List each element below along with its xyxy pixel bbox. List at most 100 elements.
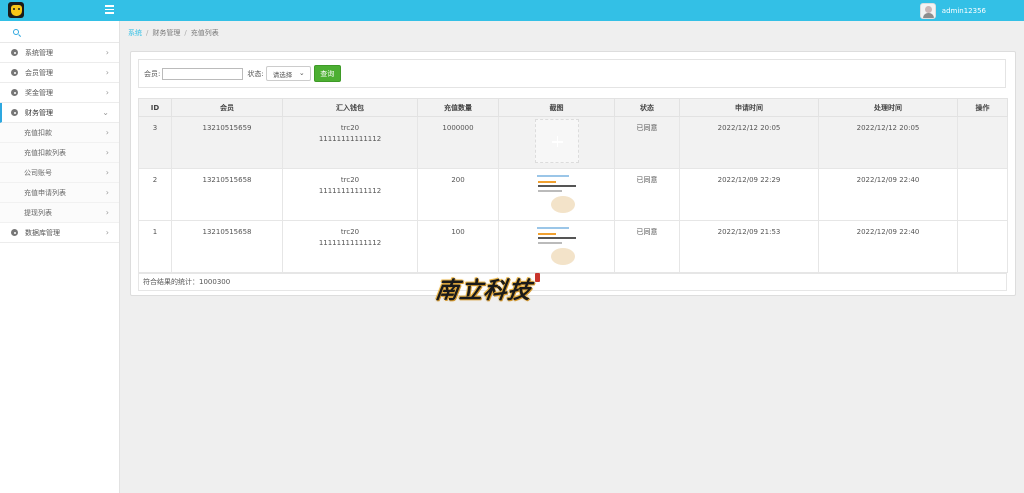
chevron-right-icon: ›	[105, 168, 109, 177]
gear-icon	[11, 229, 18, 236]
chevron-right-icon: ›	[105, 48, 109, 57]
watermark-logo: 南立科技	[434, 271, 542, 304]
cell-amount: 200	[417, 168, 499, 221]
col-header-status[interactable]: 状态	[614, 98, 680, 117]
wallet-type: trc20	[340, 176, 360, 184]
col-header-apply-time[interactable]: 申请时间	[679, 98, 819, 117]
chevron-right-icon: ›	[105, 88, 109, 97]
cell-wallet: trc20 11111111111112	[282, 116, 418, 169]
cell-apply-time: 2022/12/09 21:53	[679, 220, 819, 273]
col-header-amount[interactable]: 充值数量	[417, 98, 499, 117]
sidebar-item-database[interactable]: 数据库管理 ›	[0, 223, 119, 243]
wallet-address: 11111111111112	[318, 135, 382, 143]
table-row[interactable]: 1 13210515658 trc20 11111111111112 100 已…	[138, 220, 1008, 273]
col-header-id[interactable]: ID	[138, 98, 172, 117]
cell-id: 3	[138, 116, 172, 169]
cell-process-time: 2022/12/12 20:05	[818, 116, 958, 169]
cell-process-time: 2022/12/09 22:40	[818, 168, 958, 221]
recharge-table: ID 会员 汇入钱包 充值数量 截图 状态 申请时间 处理时间 操作 3 132…	[138, 98, 1008, 273]
chevron-down-icon: ⌄	[298, 69, 305, 77]
gear-icon	[11, 69, 18, 76]
cell-apply-time: 2022/12/12 20:05	[679, 116, 819, 169]
cell-screenshot	[498, 168, 615, 221]
screenshot-placeholder-icon[interactable]	[534, 119, 579, 163]
chevron-right-icon: ›	[105, 148, 109, 157]
status-select[interactable]: 请选择 ⌄	[265, 66, 311, 81]
sidebar-item-members[interactable]: 会员管理 ›	[0, 63, 119, 83]
table-row[interactable]: 2 13210515658 trc20 11111111111112 200 已…	[138, 168, 1008, 221]
chevron-right-icon: ›	[105, 188, 109, 197]
cell-wallet: trc20 11111111111112	[282, 220, 418, 273]
cell-screenshot	[498, 116, 615, 169]
gear-icon	[11, 49, 18, 56]
chevron-right-icon: ›	[105, 208, 109, 217]
sidebar-subitem-label: 充值扣款	[24, 128, 52, 137]
top-bar: admin12356	[0, 0, 1024, 21]
col-header-process-time[interactable]: 处理时间	[818, 98, 958, 117]
watermark-seal	[535, 273, 540, 282]
sidebar-item-label: 系统管理	[25, 48, 53, 57]
gear-icon	[11, 89, 18, 96]
sidebar-item-label: 财务管理	[25, 108, 53, 117]
chevron-right-icon: ›	[105, 128, 109, 137]
cell-id: 2	[138, 168, 172, 221]
col-header-screenshot[interactable]: 截图	[498, 98, 615, 117]
user-name[interactable]: admin12356	[942, 7, 986, 15]
sidebar-item-label: 数据库管理	[25, 228, 60, 237]
col-header-wallet[interactable]: 汇入钱包	[282, 98, 418, 117]
col-header-actions[interactable]: 操作	[957, 98, 1008, 117]
cell-apply-time: 2022/12/09 22:29	[679, 168, 819, 221]
sidebar-subitem-recharge-deduct-list[interactable]: 充值扣款列表 ›	[0, 143, 119, 163]
breadcrumb-section: 财务管理	[152, 29, 181, 37]
filter-bar: 会员: 状态: 请选择 ⌄ 查询	[138, 59, 1006, 88]
cell-status: 已同意	[614, 116, 680, 169]
cell-actions	[957, 116, 1008, 169]
user-menu[interactable]: admin12356	[919, 0, 1024, 21]
sidebar-item-system[interactable]: 系统管理 ›	[0, 43, 119, 63]
status-select-value: 请选择	[272, 70, 293, 79]
cell-screenshot	[498, 220, 615, 273]
cell-member: 13210515658	[171, 220, 283, 273]
cell-actions	[957, 168, 1008, 221]
table-row[interactable]: 3 13210515659 trc20 11111111111112 10000…	[138, 116, 1008, 169]
sidebar-item-label: 奖金管理	[25, 88, 53, 97]
screenshot-thumbnail[interactable]	[534, 171, 579, 215]
sidebar-item-finance[interactable]: 财务管理 ⌄	[0, 103, 119, 123]
member-label: 会员:	[144, 69, 161, 78]
cell-wallet: trc20 11111111111112	[282, 168, 418, 221]
cell-status: 已同意	[614, 220, 680, 273]
screenshot-thumbnail[interactable]	[534, 223, 579, 267]
sidebar-subitem-label: 公司账号	[24, 168, 52, 177]
cell-amount: 100	[417, 220, 499, 273]
cell-member: 13210515659	[171, 116, 283, 169]
chevron-down-icon: ⌄	[102, 108, 109, 117]
sidebar-subitem-recharge-deduct[interactable]: 充值扣款 ›	[0, 123, 119, 143]
search-button[interactable]: 查询	[313, 65, 341, 82]
chevron-right-icon: ›	[105, 68, 109, 77]
content-panel: 会员: 状态: 请选择 ⌄ 查询 ID 会员 汇入钱包 充值数量 截图 状态 申…	[130, 51, 1016, 296]
member-input[interactable]	[162, 67, 244, 80]
status-label: 状态:	[247, 69, 264, 78]
sidebar-item-bonus[interactable]: 奖金管理 ›	[0, 83, 119, 103]
breadcrumb: 系统 / 财务管理 / 充值列表	[128, 29, 219, 37]
cell-id: 1	[138, 220, 172, 273]
col-header-member[interactable]: 会员	[171, 98, 283, 117]
sidebar-subitem-withdrawals[interactable]: 提现列表 ›	[0, 203, 119, 223]
avatar[interactable]	[919, 2, 936, 19]
sidebar-subitem-label: 充值申请列表	[24, 188, 66, 197]
search-icon[interactable]	[13, 28, 19, 35]
sidebar-subitem-recharge-requests[interactable]: 充值申请列表 ›	[0, 183, 119, 203]
breadcrumb-current: 充值列表	[190, 29, 219, 37]
sidebar-subitem-company-account[interactable]: 公司账号 ›	[0, 163, 119, 183]
smiley-logo-icon[interactable]	[8, 2, 24, 18]
sidebar: 系统管理 › 会员管理 › 奖金管理 › 财务管理 ⌄ 充值扣款 › 充值扣款列…	[0, 21, 120, 493]
table-header-row: ID 会员 汇入钱包 充值数量 截图 状态 申请时间 处理时间 操作	[138, 98, 1008, 117]
breadcrumb-home[interactable]: 系统	[128, 29, 142, 37]
wallet-type: trc20	[340, 228, 360, 236]
cell-amount: 1000000	[417, 116, 499, 169]
results-summary: 符合结果的统计：1000300	[138, 273, 1007, 291]
sidebar-search[interactable]	[0, 21, 119, 43]
hamburger-menu-icon[interactable]	[105, 5, 114, 15]
cell-actions	[957, 220, 1008, 273]
cell-status: 已同意	[614, 168, 680, 221]
